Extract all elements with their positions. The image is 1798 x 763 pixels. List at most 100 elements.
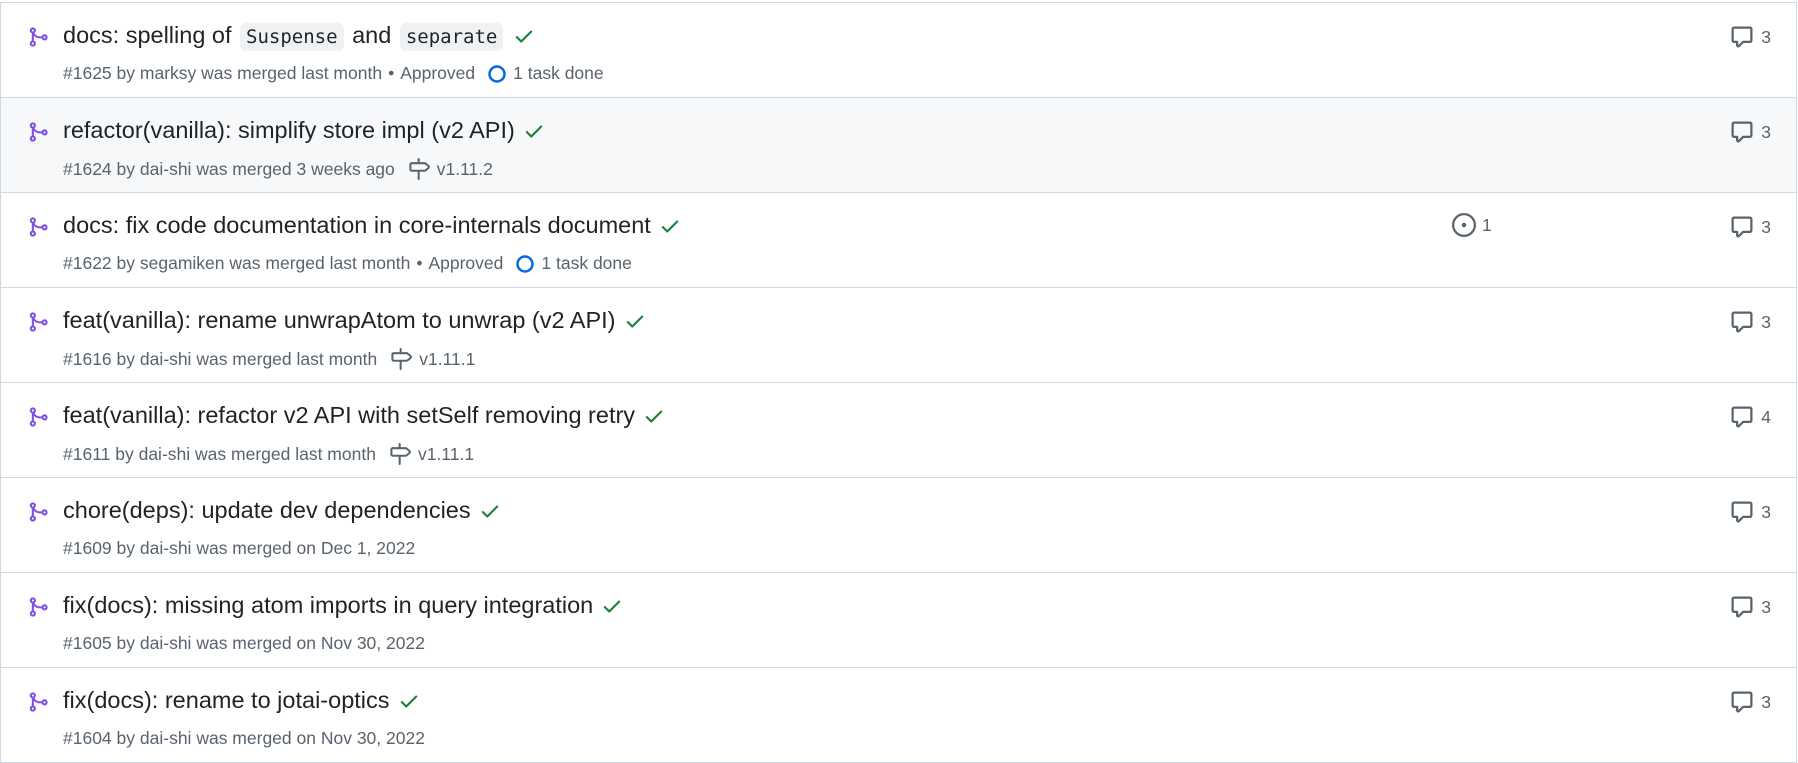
- pr-title-link[interactable]: docs: spelling of Suspense and separate: [63, 22, 505, 51]
- pull-request-row[interactable]: fix(docs): missing atom imports in query…: [1, 573, 1796, 668]
- inline-code: Suspense: [240, 23, 344, 51]
- comment-icon: [1730, 120, 1754, 144]
- check-icon[interactable]: [479, 500, 501, 522]
- pr-author-link[interactable]: dai-shi: [140, 159, 192, 180]
- task-progress-icon: [487, 64, 507, 84]
- separator-dot: •: [388, 63, 395, 83]
- comment-count: 3: [1761, 216, 1771, 237]
- pr-meta: #1622 by segamiken was merged last month…: [63, 253, 632, 274]
- pr-number: #1609: [63, 538, 112, 558]
- pr-title-link[interactable]: refactor(vanilla): simplify store impl (…: [63, 117, 515, 144]
- check-icon[interactable]: [659, 215, 681, 237]
- pr-title-link[interactable]: chore(deps): update dev dependencies: [63, 497, 471, 524]
- task-status: 1 task done: [513, 63, 604, 83]
- git-merge-icon: [27, 500, 49, 524]
- pull-request-row[interactable]: feat(vanilla): refactor v2 API with setS…: [1, 383, 1796, 478]
- comment-count-link[interactable]: 3: [1730, 310, 1771, 334]
- pr-merged-text: was merged last month: [201, 63, 383, 83]
- comment-count: 3: [1761, 691, 1771, 712]
- pull-request-row[interactable]: fix(docs): rename to jotai-optics #1604 …: [1, 668, 1796, 763]
- comment-icon: [1730, 595, 1754, 619]
- review-status[interactable]: Approved: [428, 253, 503, 274]
- pull-request-row[interactable]: docs: fix code documentation in core-int…: [1, 193, 1796, 288]
- pr-number: #1611: [63, 443, 111, 464]
- milestone-icon: [388, 443, 412, 465]
- pr-merged-text: was merged last month: [195, 443, 376, 464]
- comment-count-link[interactable]: 3: [1730, 500, 1771, 524]
- git-merge-icon: [27, 215, 49, 239]
- pr-title-link[interactable]: feat(vanilla): refactor v2 API with setS…: [63, 402, 635, 429]
- pr-title-line: feat(vanilla): rename unwrapAtom to unwr…: [63, 307, 646, 334]
- pr-merged-text: was merged last month: [196, 348, 378, 369]
- pr-title-link[interactable]: fix(docs): rename to jotai-optics: [63, 687, 390, 714]
- comment-count: 3: [1761, 501, 1771, 522]
- comment-count-link[interactable]: 3: [1730, 595, 1771, 619]
- task-progress-icon: [515, 254, 535, 274]
- pr-merged-text: was merged 3 weeks ago: [196, 158, 395, 179]
- task-status: 1 task done: [541, 253, 632, 273]
- git-merge-icon: [27, 310, 49, 334]
- comment-count-link[interactable]: 3: [1730, 215, 1771, 239]
- comment-count-link[interactable]: 3: [1730, 690, 1771, 714]
- milestone-label: v1.11.2: [436, 158, 493, 179]
- git-merge-icon: [27, 120, 49, 144]
- milestone-icon: [407, 158, 431, 180]
- pr-author-link[interactable]: dai-shi: [139, 444, 191, 465]
- milestone-link[interactable]: v1.11.1: [389, 348, 475, 370]
- pr-merged-text: was merged on Nov 30, 2022: [196, 728, 425, 748]
- comment-icon: [1730, 215, 1754, 239]
- pull-request-list: docs: spelling of Suspense and separate …: [0, 2, 1797, 763]
- pr-number: #1604: [63, 728, 112, 748]
- pr-title-link[interactable]: feat(vanilla): rename unwrapAtom to unwr…: [63, 307, 616, 334]
- check-icon[interactable]: [643, 405, 665, 427]
- check-icon[interactable]: [513, 25, 535, 47]
- inline-code: separate: [399, 23, 504, 51]
- git-merge-icon: [27, 405, 49, 429]
- pr-title-line: feat(vanilla): refactor v2 API with setS…: [63, 402, 665, 429]
- pr-meta: #1604 by dai-shi was merged on Nov 30, 2…: [63, 728, 425, 749]
- comment-icon: [1730, 25, 1754, 49]
- pr-merged-text: was merged on Nov 30, 2022: [196, 633, 425, 653]
- pull-request-row[interactable]: refactor(vanilla): simplify store impl (…: [1, 98, 1796, 193]
- pr-title-line: docs: fix code documentation in core-int…: [63, 212, 681, 239]
- pr-meta: #1616 by dai-shi was merged last month v…: [63, 348, 476, 370]
- pr-number: #1605: [63, 633, 112, 653]
- pr-author-link[interactable]: dai-shi: [140, 633, 192, 654]
- pr-title-link[interactable]: docs: fix code documentation in core-int…: [63, 212, 651, 239]
- comment-count-link[interactable]: 3: [1730, 25, 1771, 49]
- pr-author-link[interactable]: dai-shi: [140, 538, 192, 559]
- milestone-link[interactable]: v1.11.1: [388, 443, 474, 465]
- check-icon[interactable]: [601, 595, 623, 617]
- comment-count: 4: [1761, 406, 1771, 427]
- check-icon[interactable]: [523, 120, 545, 142]
- pr-author-link[interactable]: dai-shi: [140, 349, 192, 370]
- pr-author-link[interactable]: segamiken: [140, 253, 225, 274]
- comment-icon: [1730, 310, 1754, 334]
- pull-request-row[interactable]: chore(deps): update dev dependencies #16…: [1, 478, 1796, 573]
- pr-title-line: docs: spelling of Suspense and separate: [63, 22, 535, 51]
- milestone-link[interactable]: v1.11.2: [407, 158, 493, 180]
- pr-title-line: chore(deps): update dev dependencies: [63, 497, 501, 524]
- comment-icon: [1730, 500, 1754, 524]
- pull-request-row[interactable]: feat(vanilla): rename unwrapAtom to unwr…: [1, 288, 1796, 383]
- review-status[interactable]: Approved: [400, 63, 475, 84]
- pr-merged-text: was merged last month: [229, 253, 411, 273]
- pr-title-link[interactable]: fix(docs): missing atom imports in query…: [63, 592, 593, 619]
- milestone-label: v1.11.1: [419, 348, 476, 369]
- pr-meta: #1625 by marksy was merged last month • …: [63, 63, 604, 84]
- check-icon[interactable]: [398, 690, 420, 712]
- pr-number: #1616: [63, 348, 112, 369]
- linked-issue-link[interactable]: 1: [1452, 213, 1492, 237]
- comment-count: 3: [1761, 26, 1771, 47]
- comment-count-link[interactable]: 4: [1730, 405, 1771, 429]
- comment-count: 3: [1761, 596, 1771, 617]
- comment-count-link[interactable]: 3: [1730, 120, 1771, 144]
- pull-request-row[interactable]: docs: spelling of Suspense and separate …: [1, 3, 1796, 98]
- separator-dot: •: [416, 253, 423, 273]
- pr-author-link[interactable]: dai-shi: [140, 728, 192, 749]
- pr-author-link[interactable]: marksy: [140, 63, 196, 84]
- pr-title-line: fix(docs): missing atom imports in query…: [63, 592, 623, 619]
- pr-number: #1622: [63, 253, 112, 273]
- git-merge-icon: [27, 25, 49, 49]
- check-icon[interactable]: [624, 310, 646, 332]
